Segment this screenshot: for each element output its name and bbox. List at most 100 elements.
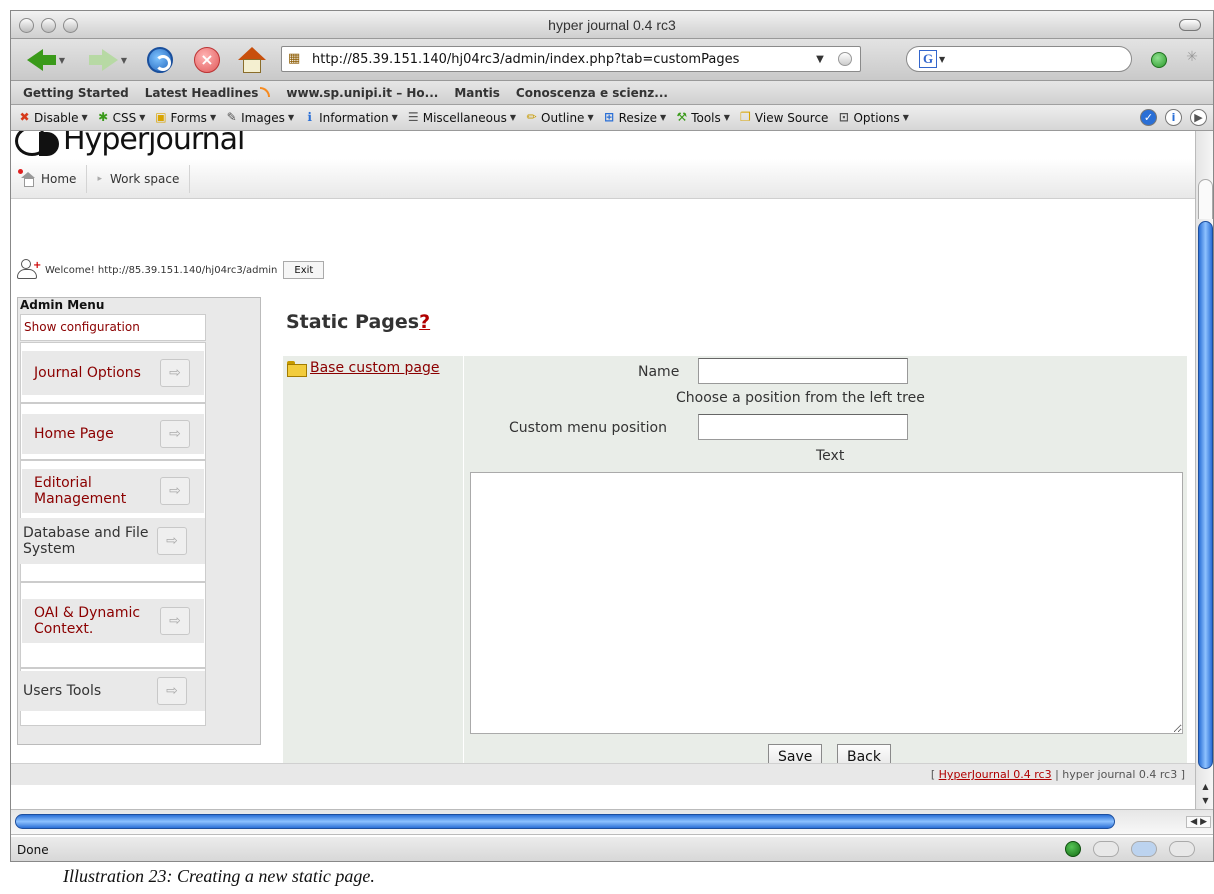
devbar-tools-menu[interactable]: ⚒ Tools ▼: [674, 110, 730, 125]
admin-menu-title: Admin Menu: [20, 298, 105, 312]
devbar-item-label: CSS: [112, 110, 137, 125]
site-favicon-icon: ▦: [288, 51, 301, 66]
admin-menu-item-editorial-management[interactable]: Editorial Management ⇨: [20, 460, 206, 521]
options-toggle-icon[interactable]: ▶: [1190, 109, 1207, 126]
bookmark-sp-unipi[interactable]: www.sp.unipi.it – Ho...: [286, 86, 438, 100]
tree-item-base-custom-page[interactable]: Base custom page: [287, 360, 440, 377]
admin-menu-item-home-page[interactable]: Home Page ⇨: [20, 403, 206, 460]
site-navigation: Home ▸ Work space: [11, 159, 1195, 199]
forward-arrow-icon: [101, 49, 118, 71]
exit-button[interactable]: Exit: [283, 261, 325, 279]
status-bar: Done: [11, 837, 1213, 861]
weather-rain-icon[interactable]: [1131, 841, 1157, 857]
admin-menu: Admin Menu Show configuration Journal Op…: [17, 297, 261, 745]
arrow-right-icon[interactable]: ⇨: [160, 607, 190, 635]
show-configuration-link[interactable]: Show configuration: [20, 314, 206, 341]
nav-work-space[interactable]: ▸ Work space: [87, 164, 191, 193]
chevron-down-icon: ▼: [209, 113, 217, 122]
devbar-css-menu[interactable]: ✱ CSS ▼: [96, 110, 145, 125]
go-button[interactable]: [838, 52, 852, 66]
bookmark-getting-started[interactable]: Getting Started: [23, 86, 129, 100]
title-bar: hyper journal 0.4 rc3: [11, 11, 1213, 39]
stop-button[interactable]: ×: [191, 45, 223, 75]
chevron-down-icon: ▼: [660, 113, 667, 122]
nav-home-label: Home: [41, 171, 77, 186]
arrow-right-icon[interactable]: ⇨: [157, 677, 187, 705]
google-search-engine-icon[interactable]: G: [919, 50, 937, 68]
tools-icon: ⚒: [676, 110, 688, 124]
forward-button[interactable]: ▼: [81, 45, 135, 75]
nav-home[interactable]: Home: [11, 164, 88, 193]
address-bar[interactable]: ▦ http://85.39.151.140/hj04rc3/admin/ind…: [281, 46, 861, 72]
arrow-right-icon[interactable]: ⇨: [160, 477, 190, 505]
admin-menu-item-journal-options[interactable]: Journal Options ⇨: [20, 342, 206, 403]
admin-menu-item-label: Database and File System: [23, 525, 149, 557]
logo-text: Hyperjournal: [63, 131, 245, 157]
tree-item-label: Base custom page: [310, 360, 440, 376]
weather-partly-cloudy-icon[interactable]: [1090, 837, 1119, 857]
devbar-miscellaneous-menu[interactable]: ☰ Miscellaneous ▼: [406, 110, 516, 125]
url-history-dropdown[interactable]: ▼: [812, 54, 828, 65]
info-status-icon[interactable]: i: [1165, 109, 1182, 126]
hyperjournal-logo[interactable]: Hyperjournal: [11, 131, 245, 159]
custom-menu-position-field[interactable]: [698, 414, 908, 440]
bookmark-latest-headlines[interactable]: Latest Headlines: [145, 86, 271, 100]
view-source-icon: ❐: [740, 110, 751, 124]
scroll-up-arrow-icon[interactable]: ▲: [1196, 781, 1213, 793]
horizontal-scroll-thumb[interactable]: [15, 814, 1115, 829]
text-editor[interactable]: [470, 472, 1183, 734]
devbar-forms-menu[interactable]: ▣ Forms ▼: [153, 110, 216, 125]
chevron-down-icon: ▼: [287, 113, 295, 122]
disable-icon: ✖: [19, 110, 30, 124]
options-icon: ⊡: [838, 110, 849, 124]
forms-icon: ▣: [155, 110, 167, 124]
hyperjournal-footer-link[interactable]: HyperJournal 0.4 rc3: [939, 768, 1052, 781]
admin-menu-item-users-tools[interactable]: Users Tools ⇨: [19, 668, 206, 726]
devbar-item-label: View Source: [754, 110, 829, 125]
static-page-form: Name Choose a position from the left tre…: [464, 356, 1187, 778]
back-button[interactable]: ▼: [19, 45, 73, 75]
devbar-disable-menu[interactable]: ✖ Disable ▼: [17, 110, 87, 125]
footer-bracket-open: [: [930, 768, 939, 781]
devbar-images-menu[interactable]: ✎ Images ▼: [224, 110, 295, 125]
vertical-scrollbar[interactable]: ▲ ▼: [1195, 131, 1213, 809]
devbar-options-menu[interactable]: ⊡ Options ▼: [836, 110, 909, 125]
outline-icon: ✏: [526, 110, 537, 124]
devbar-outline-menu[interactable]: ✏ Outline ▼: [524, 110, 593, 125]
arrow-right-icon[interactable]: ⇨: [157, 527, 187, 555]
arrow-right-icon[interactable]: ⇨: [160, 420, 190, 448]
status-ok-icon[interactable]: [1065, 841, 1081, 857]
admin-menu-item-oai-dynamic-context[interactable]: OAI & Dynamic Context. ⇨: [20, 582, 206, 668]
arrow-right-icon[interactable]: ⇨: [160, 359, 190, 387]
help-link[interactable]: ?: [419, 311, 430, 333]
scroll-down-arrow-icon[interactable]: ▼: [1196, 795, 1213, 807]
bookmark-label: Latest Headlines: [144, 85, 259, 100]
admin-menu-item-label: OAI & Dynamic Context.: [34, 605, 141, 637]
toolbar-toggle-button[interactable]: [1179, 19, 1201, 31]
devbar-resize-menu[interactable]: ⊞ Resize ▼: [602, 110, 667, 125]
css-validation-ok-icon[interactable]: ✓: [1140, 109, 1157, 126]
activity-throbber-icon: ✳: [1186, 49, 1198, 65]
bookmark-mantis[interactable]: Mantis: [454, 86, 500, 100]
chevron-down-icon[interactable]: ▼: [939, 55, 945, 64]
css-icon: ✱: [98, 110, 109, 124]
name-field[interactable]: [698, 358, 908, 384]
images-icon: ✎: [226, 110, 237, 124]
chevron-down-icon: ▼: [902, 113, 909, 122]
weather-sunny-icon[interactable]: [1166, 837, 1195, 857]
admin-menu-item-database-and-file-system[interactable]: Database and File System ⇨: [19, 518, 206, 582]
search-box[interactable]: G ▼: [906, 46, 1132, 72]
reload-button[interactable]: [144, 45, 176, 75]
text-label: Text: [816, 448, 845, 464]
devbar-information-menu[interactable]: ℹ Information ▼: [302, 110, 397, 125]
horizontal-scrollbar[interactable]: ◀ ▶: [11, 809, 1213, 835]
bookmark-conoscenza[interactable]: Conoscenza e scienz...: [516, 86, 668, 100]
url-text[interactable]: http://85.39.151.140/hj04rc3/admin/index…: [312, 52, 812, 67]
page-title: Static Pages?: [286, 311, 430, 333]
custom-menu-position-label: Custom menu position: [509, 420, 667, 436]
home-button[interactable]: [236, 45, 268, 75]
horizontal-scroll-arrows[interactable]: ◀ ▶: [1186, 816, 1211, 828]
devbar-view-source-menu[interactable]: ❐ View Source: [738, 110, 829, 125]
search-go-button[interactable]: [1151, 52, 1167, 68]
vertical-scroll-thumb[interactable]: [1198, 221, 1213, 769]
